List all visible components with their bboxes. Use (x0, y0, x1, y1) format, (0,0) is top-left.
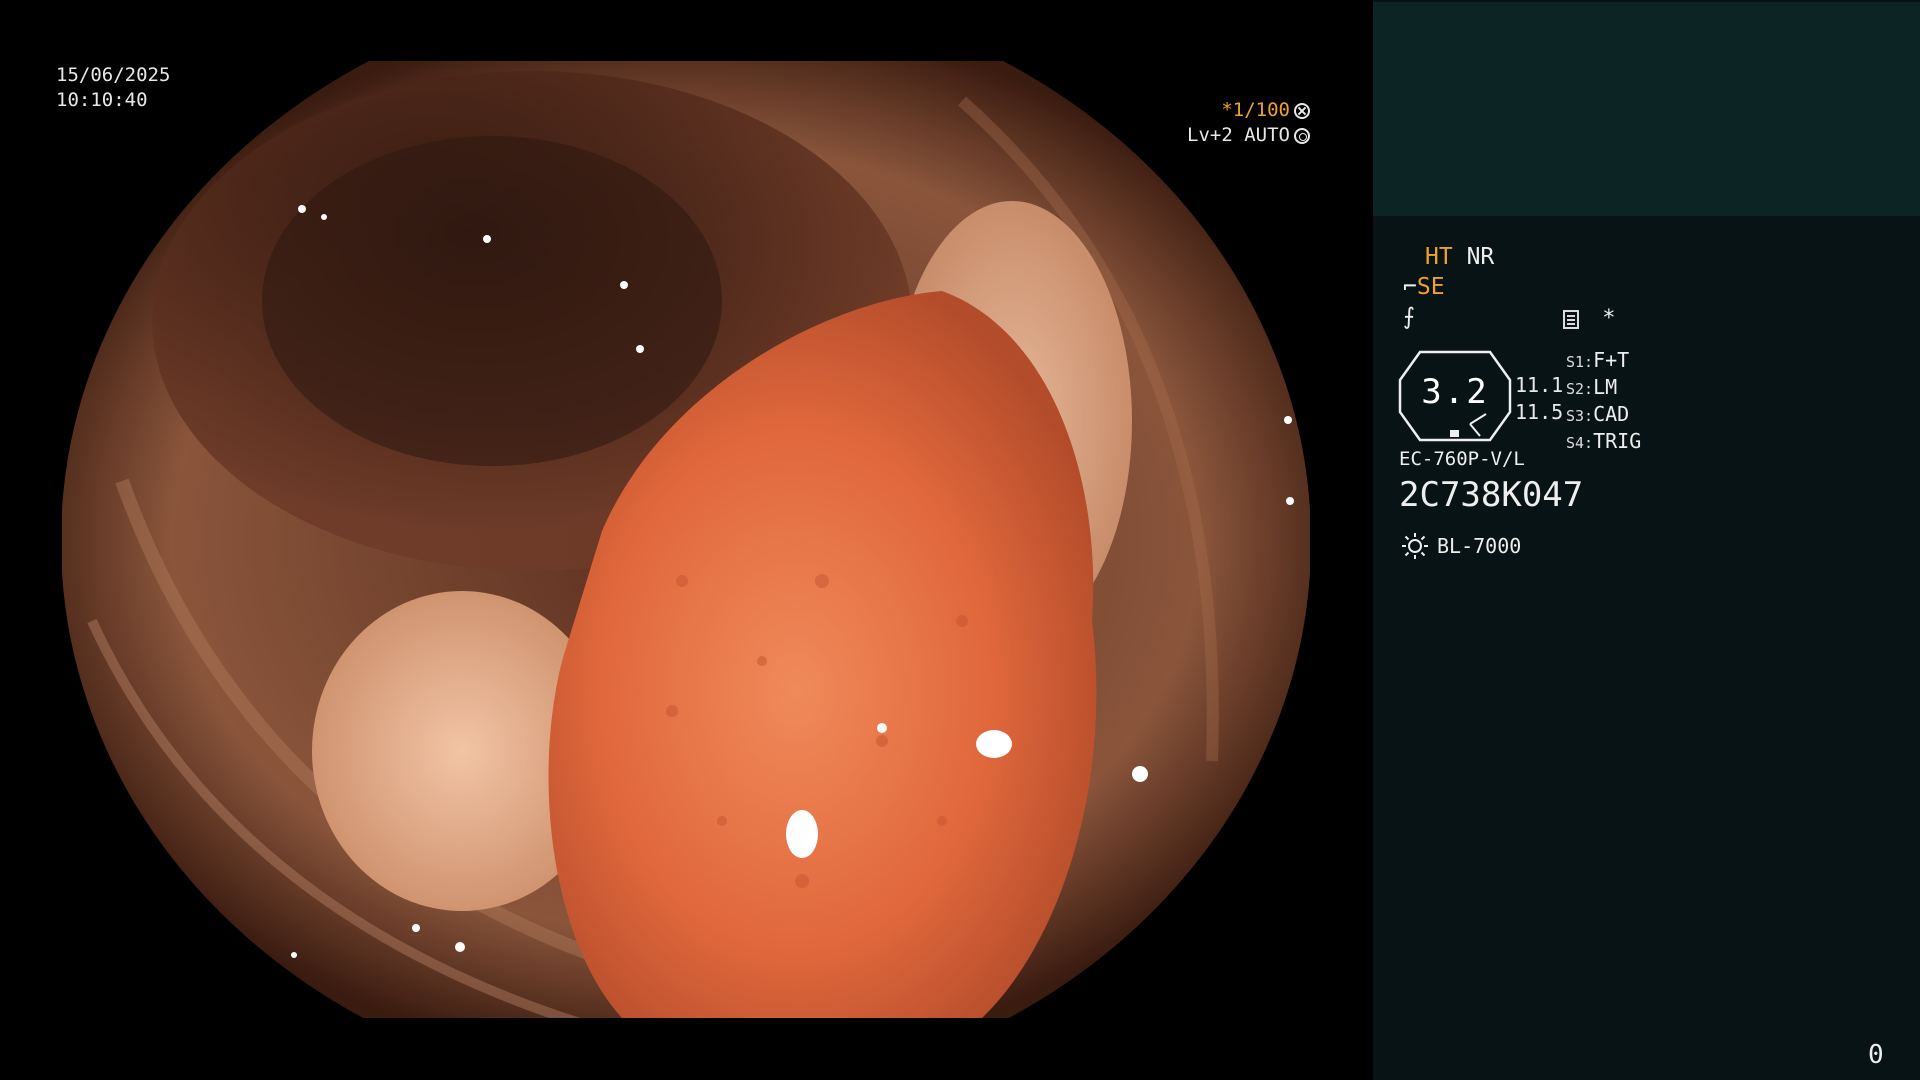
preview-area (1373, 2, 1920, 216)
color-enhance-icon: ⨍ (1403, 304, 1415, 330)
light-source-label: BL-7000 (1437, 534, 1522, 558)
mode-nr-label: NR (1466, 244, 1495, 270)
switch-row-s1: S1:F+T (1566, 348, 1630, 372)
ring-icon (1294, 127, 1310, 144)
mode-color: ⨍ (1403, 304, 1415, 330)
switch-row-s2: S2:LM (1566, 375, 1618, 399)
info-panel: HT NR ⌐SE ⨍ * 3.2 11.1 11.5 S1:F+T S2:LM… (1373, 0, 1920, 1080)
bar-value-2: 11.5 (1515, 400, 1564, 424)
scope-serial: 2C738K047 (1399, 475, 1584, 515)
mode-se-label: SE (1416, 274, 1445, 300)
light-source: BL-7000 (1401, 532, 1521, 560)
endoscope-live-view (62, 61, 1310, 1018)
date-text: 15/06/2025 (56, 64, 171, 86)
frame-counter: 0 (1868, 1040, 1884, 1070)
shutter-text: *1/100 (1221, 99, 1290, 121)
mode-se: ⌐SE (1403, 274, 1445, 300)
endoscopy-monitor: 15/06/2025 10:10:40 *1/100 Lv+2 AUTO HT … (0, 0, 1920, 1080)
document-icon (1563, 309, 1579, 329)
time-text: 10:10:40 (56, 89, 148, 111)
scope-model: EC-760P-V/L (1399, 448, 1525, 470)
structure-icon: ⌐ (1403, 274, 1417, 300)
level-text: Lv+2 AUTO (1187, 124, 1290, 146)
switch-row-s4: S4:TRIG (1566, 429, 1642, 453)
date-time-readout: 15/06/2025 10:10:40 (56, 63, 170, 113)
zoom-value: 3.2 (1421, 372, 1489, 412)
bar-value-1: 11.1 (1515, 373, 1564, 397)
switch-row-s3: S3:CAD (1566, 402, 1630, 426)
record-indicator: * (1563, 306, 1616, 331)
star-mark: * (1602, 306, 1616, 331)
mode-ht-label: HT (1425, 244, 1453, 270)
mode-ht-nr: HT NR (1425, 244, 1494, 270)
bar-readouts: 11.1 11.5 (1515, 372, 1563, 426)
sun-icon (1402, 533, 1428, 559)
aperture-icon (1294, 102, 1310, 119)
exposure-readout: *1/100 Lv+2 AUTO (1187, 98, 1310, 148)
switch-assignments: S1:F+T S2:LM S3:CAD S4:TRIG (1566, 348, 1641, 456)
